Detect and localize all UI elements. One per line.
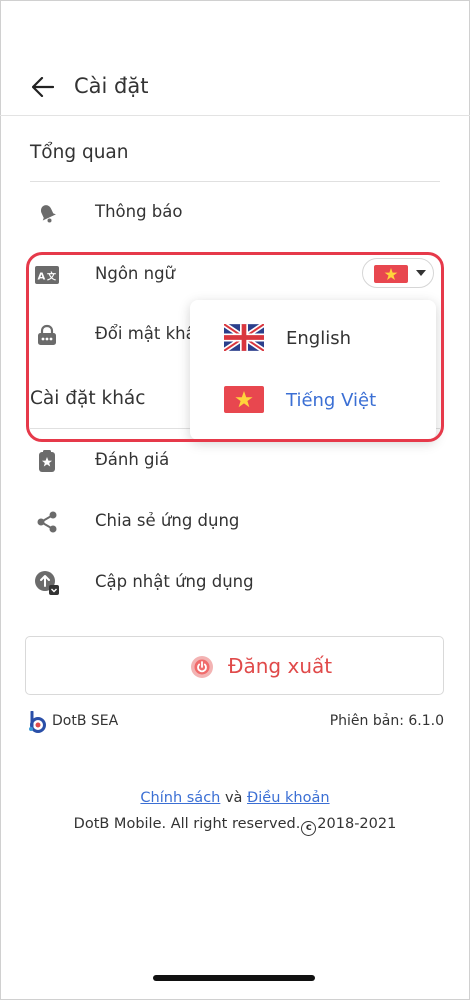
section-title-general: Tổng quan xyxy=(30,142,129,163)
settings-item-label: Cập nhật ứng dụng xyxy=(95,572,254,591)
arrow-left-icon xyxy=(32,77,54,97)
version-label: Phiên bản: 6.1.0 xyxy=(329,713,444,729)
home-indicator xyxy=(153,975,315,981)
lock-password-icon xyxy=(34,322,60,348)
app-header: Cài đặt xyxy=(0,58,470,116)
settings-item-update[interactable]: Cập nhật ứng dụng xyxy=(0,558,470,608)
brand-name: DotB SEA xyxy=(52,713,119,729)
back-button[interactable] xyxy=(26,70,60,104)
logout-button[interactable]: Đăng xuất xyxy=(25,636,444,695)
copyright-icon: c xyxy=(301,821,317,836)
vietnam-flag-icon xyxy=(224,386,264,413)
share-icon xyxy=(34,509,60,535)
settings-item-share[interactable]: Chia sẻ ứng dụng xyxy=(0,497,470,547)
rate-star-icon xyxy=(34,448,60,474)
language-option-english[interactable]: English xyxy=(190,310,436,370)
footer-links: Chính sách và Điều khoản xyxy=(0,790,470,806)
bell-icon xyxy=(34,200,60,226)
settings-item-label: Đánh giá xyxy=(95,450,170,469)
divider xyxy=(30,181,440,182)
settings-item-label: Chia sẻ ứng dụng xyxy=(95,511,240,530)
copyright-years: 2018-2021 xyxy=(317,816,397,832)
page-title: Cài đặt xyxy=(74,74,149,98)
terms-link[interactable]: Điều khoản xyxy=(247,790,330,806)
svg-text:文: 文 xyxy=(46,271,57,283)
copyright: DotB Mobile. All right reserved. c 2018-20… xyxy=(0,816,470,836)
language-dropdown: English Tiếng Việt xyxy=(190,300,436,440)
copyright-prefix: DotB Mobile. All right reserved. xyxy=(73,816,301,832)
language-option-label: Tiếng Việt xyxy=(286,390,377,411)
language-option-vietnamese[interactable]: Tiếng Việt xyxy=(190,372,436,432)
settings-item-label: Ngôn ngữ xyxy=(95,264,176,283)
language-selector[interactable] xyxy=(362,258,434,288)
svg-text:A: A xyxy=(38,272,46,283)
vietnam-flag-icon xyxy=(374,265,408,283)
footer-and-text: và xyxy=(224,790,243,806)
settings-item-rate[interactable]: Đánh giá xyxy=(0,436,470,486)
section-title-other: Cài đặt khác xyxy=(30,388,146,409)
translate-icon: A 文 xyxy=(34,262,60,288)
policy-link[interactable]: Chính sách xyxy=(140,790,220,806)
language-option-label: English xyxy=(286,328,351,349)
caret-down-icon xyxy=(416,270,426,276)
settings-item-label: Thông báo xyxy=(95,202,183,221)
logout-label: Đăng xuất xyxy=(228,654,333,678)
settings-item-notifications[interactable]: Thông báo xyxy=(0,188,470,238)
uk-flag-icon xyxy=(224,324,264,351)
update-icon xyxy=(34,570,60,596)
power-icon xyxy=(191,656,213,678)
dotb-logo-icon xyxy=(29,711,46,733)
settings-item-language[interactable]: A 文 Ngôn ngữ xyxy=(0,250,470,300)
